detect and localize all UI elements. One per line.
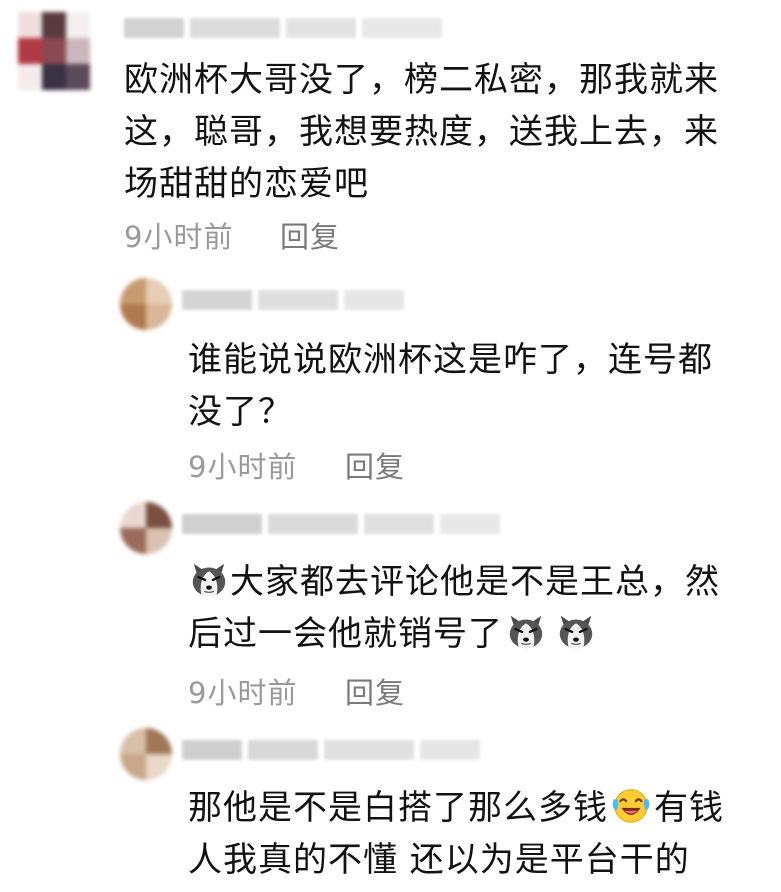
comment-timestamp: 9小时前 (188, 676, 298, 710)
husky-dog-emoji-icon (188, 558, 230, 600)
comment-text-line: 后过一会他就销号了 (188, 608, 597, 660)
comment-text-line: 大家都去评论他是不是王总，然 (188, 556, 720, 608)
laughing-tears-emoji-icon (610, 784, 652, 826)
avatar[interactable] (18, 12, 90, 90)
comment-text: 那他是不是白搭了那么多钱 (188, 788, 608, 828)
comment-text-line: 那他是不是白搭了那么多钱 有钱 (188, 782, 724, 834)
comment-text: 有钱 (654, 788, 724, 828)
husky-dog-emoji-icon (555, 610, 597, 652)
comment-text-line: 这，聪哥，我想要热度，送我上去，来 (124, 112, 719, 152)
reply-button[interactable]: 回复 (280, 214, 340, 256)
reply-button[interactable]: 回复 (345, 444, 405, 486)
comment-timestamp: 9小时前 (188, 450, 298, 484)
avatar[interactable] (120, 728, 172, 780)
username[interactable] (182, 740, 480, 760)
comment-text: 后过一会他就销号了 (188, 614, 503, 654)
comment-timestamp: 9小时前 (124, 220, 234, 254)
username[interactable] (124, 18, 442, 38)
reply-button[interactable]: 回复 (345, 670, 405, 712)
avatar[interactable] (120, 278, 172, 330)
comment-text-line: 人我真的不懂 还以为是平台干的 (188, 840, 690, 880)
username[interactable] (182, 514, 500, 534)
comment-text-line: 谁能说说欧洲杯这是咋了，连号都 (188, 340, 713, 380)
username[interactable] (182, 290, 404, 310)
comment-text: 大家都去评论他是不是王总，然 (230, 562, 720, 602)
avatar[interactable] (120, 502, 172, 554)
comment-text-line: 欧洲杯大哥没了，榜二私密，那我就来 (124, 60, 719, 100)
comment-text-line: 场甜甜的恋爱吧 (124, 164, 369, 204)
husky-dog-emoji-icon (505, 610, 547, 652)
comment-text-line: 没了？ (188, 392, 293, 432)
